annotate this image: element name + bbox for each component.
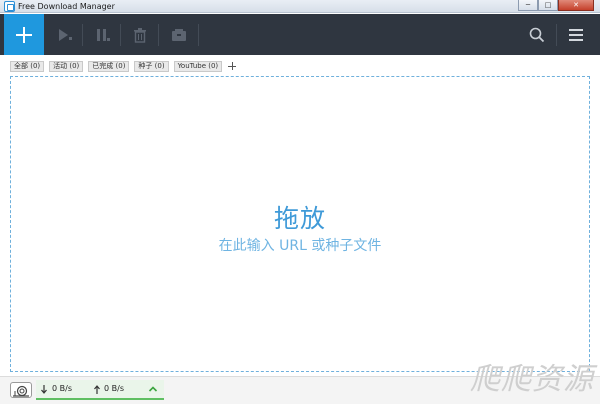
chevron-up-icon[interactable] (148, 385, 158, 393)
snail-icon (13, 385, 29, 397)
search-icon[interactable] (528, 26, 546, 44)
minimize-button[interactable]: ─ (518, 0, 538, 11)
tab-completed[interactable]: 已完成 (0) (88, 60, 130, 72)
speed-panel[interactable]: 0 B/s 0 B/s (36, 380, 164, 400)
add-tab-plus-icon[interactable] (227, 61, 237, 72)
menu-icon[interactable] (567, 26, 585, 44)
drop-title: 拖放 (273, 204, 326, 233)
speed-limit-button[interactable] (10, 382, 32, 398)
main-toolbar (0, 14, 600, 55)
tab-torrents[interactable]: 种子 (0) (134, 60, 169, 72)
add-download-button[interactable] (4, 14, 44, 55)
archive-icon[interactable] (170, 26, 188, 44)
toolbar-divider (82, 24, 83, 46)
tab-youtube[interactable]: YouTube (0) (173, 60, 223, 72)
play-icon[interactable] (56, 26, 74, 44)
arrow-up-icon (94, 385, 100, 394)
toolbar-divider (120, 24, 121, 46)
close-button[interactable]: ✕ (558, 0, 594, 11)
toolbar-divider (198, 24, 199, 46)
window-titlebar: Free Download Manager ─ □ ✕ (0, 0, 600, 13)
toolbar-divider (556, 24, 557, 46)
filter-tabs: 全部 (0) 活动 (0) 已完成 (0) 种子 (0) YouTube (0) (10, 60, 237, 72)
arrow-down-icon (41, 385, 47, 394)
watermark-logo: 爬爬资源 (470, 362, 594, 397)
toolbar-divider (158, 24, 159, 46)
pause-icon[interactable] (94, 26, 112, 44)
trash-icon[interactable] (131, 26, 149, 44)
window-title: Free Download Manager (18, 2, 115, 11)
tab-all[interactable]: 全部 (0) (10, 60, 45, 72)
drop-zone[interactable]: 拖放 在此输入 URL 或种子文件 (10, 76, 590, 372)
maximize-button[interactable]: □ (538, 0, 558, 11)
tab-active[interactable]: 活动 (0) (49, 60, 84, 72)
download-speed: 0 B/s (52, 384, 72, 393)
upload-speed: 0 B/s (104, 384, 124, 393)
window-controls: ─ □ ✕ (518, 0, 594, 12)
app-logo-icon (4, 1, 15, 12)
drop-subtitle: 在此输入 URL 或种子文件 (218, 238, 382, 254)
